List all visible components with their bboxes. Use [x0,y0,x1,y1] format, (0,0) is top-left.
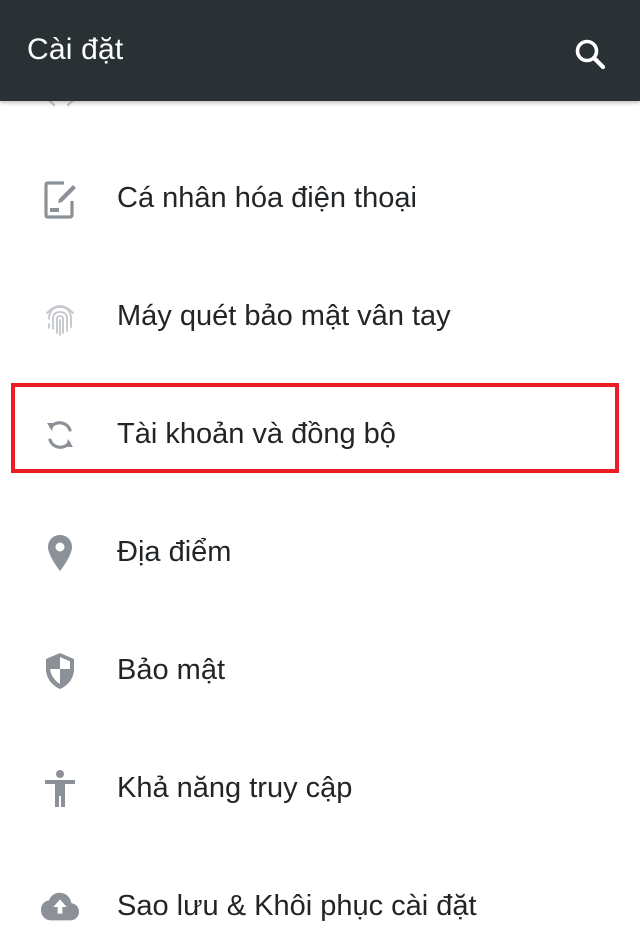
settings-item-label: Bảo mật [117,654,225,686]
icon-wrap [40,887,80,927]
phone-edit-icon [44,181,76,219]
icon-wrap [40,415,80,455]
icon-wrap [40,179,80,219]
fingerprint-icon [46,305,74,336]
app-bar: Cài đặt [0,0,640,101]
settings-item-label: Sao lưu & Khôi phục cài đặt [117,890,477,922]
settings-item-label: Máy quét bảo mật vân tay [117,300,451,332]
shield-icon [46,653,74,689]
settings-item-location[interactable]: Địa điểm [0,492,640,610]
settings-item-label: Cá nhân hóa điện thoại [117,182,417,214]
search-button[interactable] [566,30,614,78]
icon-wrap [40,769,80,809]
settings-item-accessibility[interactable]: Khả năng truy cập [0,728,640,846]
partial-item-icon [48,101,74,107]
icon-wrap [40,533,80,573]
icon-wrap [40,297,80,337]
page-title: Cài đặt [27,33,124,66]
settings-item-accounts-sync[interactable]: Tài khoản và đồng bộ [0,374,640,492]
settings-item-label: Khả năng truy cập [117,772,353,804]
settings-item-security[interactable]: Bảo mật [0,610,640,728]
settings-item-personalize[interactable]: Cá nhân hóa điện thoại [0,138,640,256]
settings-list[interactable]: Cá nhân hóa điện thoại Máy quét bảo mật … [0,101,640,951]
settings-screen: Cài đặt Cá nhân hóa điện thoại Máy quét … [0,0,640,951]
icon-wrap [40,651,80,691]
search-icon [575,39,606,70]
accessibility-icon [45,770,75,807]
sync-icon [47,421,73,449]
settings-item-label: Tài khoản và đồng bộ [117,418,396,450]
cloud-upload-icon [40,892,80,921]
settings-item-fingerprint[interactable]: Máy quét bảo mật vân tay [0,256,640,374]
settings-item-label: Địa điểm [117,536,232,568]
location-pin-icon [48,535,72,571]
settings-item-backup-restore[interactable]: Sao lưu & Khôi phục cài đặt [0,846,640,951]
